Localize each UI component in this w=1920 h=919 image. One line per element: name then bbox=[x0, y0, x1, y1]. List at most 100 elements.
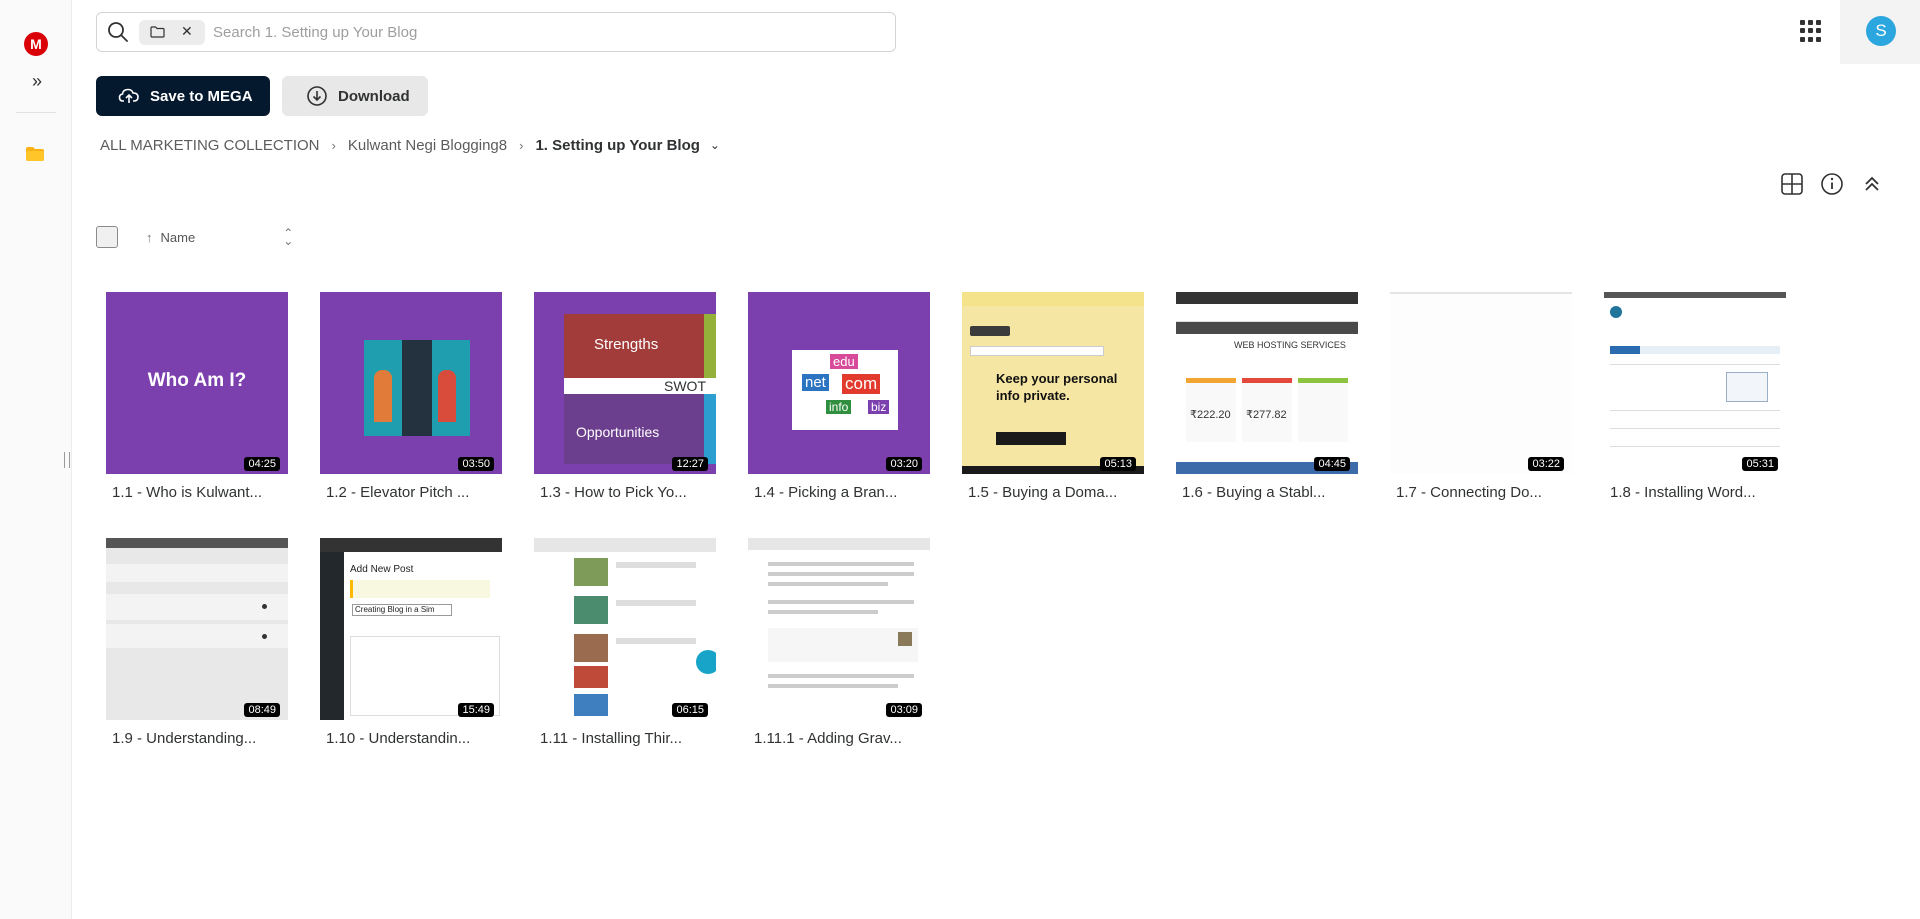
search-scope-chip: ✕ bbox=[139, 20, 205, 45]
video-thumbnail[interactable]: Keep your personal info private. 05:13 bbox=[962, 292, 1144, 474]
thumbnail-title: Keep your personal info private. bbox=[996, 371, 1118, 403]
price-text: ₹277.82 bbox=[1246, 409, 1287, 421]
duration-badge: 15:49 bbox=[458, 703, 494, 717]
duration-badge: 04:25 bbox=[244, 457, 280, 471]
search-input[interactable] bbox=[213, 21, 873, 43]
file-name: 1.11.1 - Adding Grav... bbox=[754, 730, 902, 747]
avatar[interactable]: S bbox=[1866, 16, 1896, 46]
file-card[interactable]: WEB HOSTING SERVICES ₹222.20 ₹277.82 04:… bbox=[1176, 292, 1358, 501]
editor-heading: Add New Post bbox=[350, 564, 414, 575]
download-button[interactable]: Download bbox=[282, 76, 428, 116]
file-name: 1.5 - Buying a Doma... bbox=[968, 484, 1118, 501]
video-thumbnail[interactable]: 03:09 bbox=[748, 538, 930, 720]
file-name: 1.9 - Understanding... bbox=[112, 730, 257, 747]
chevron-right-icon: › bbox=[519, 137, 524, 153]
file-name: 1.4 - Picking a Bran... bbox=[754, 484, 898, 501]
video-thumbnail[interactable]: 05:31 bbox=[1604, 292, 1786, 474]
elevator-illustration bbox=[364, 340, 470, 436]
breadcrumb: ALL MARKETING COLLECTION › Kulwant Negi … bbox=[100, 134, 720, 156]
cloud-upload-icon bbox=[118, 88, 139, 103]
file-card[interactable]: 03:50 1.2 - Elevator Pitch ... bbox=[320, 292, 502, 501]
account-area: S bbox=[1840, 0, 1920, 64]
sort-order-icon[interactable]: ⌃ ⌄ bbox=[283, 227, 293, 247]
video-thumbnail[interactable]: 06:15 bbox=[534, 538, 716, 720]
save-to-mega-label: Save to MEGA bbox=[150, 87, 253, 105]
search-icon bbox=[108, 22, 128, 42]
file-card[interactable]: 03:09 1.11.1 - Adding Grav... bbox=[748, 538, 930, 747]
thumbnail-view-icon[interactable] bbox=[1780, 172, 1804, 196]
search-bar: ✕ bbox=[96, 12, 896, 52]
sign-info-text: info bbox=[826, 400, 852, 414]
download-icon bbox=[307, 86, 327, 106]
apps-grid-icon[interactable] bbox=[1800, 20, 1822, 42]
duration-badge: 12:27 bbox=[672, 457, 708, 471]
collapse-up-icon[interactable] bbox=[1860, 172, 1884, 196]
sign-com-text: com bbox=[842, 374, 881, 394]
video-thumbnail[interactable]: 03:22 bbox=[1390, 292, 1572, 474]
file-name: 1.2 - Elevator Pitch ... bbox=[326, 484, 470, 501]
duration-badge: 03:50 bbox=[458, 457, 494, 471]
file-card[interactable]: Who Am I? 04:25 1.1 - Who is Kulwant... bbox=[106, 292, 288, 501]
file-card[interactable]: 06:15 1.11 - Installing Thir... bbox=[534, 538, 716, 747]
swot-opportunities-text: Opportunities bbox=[576, 424, 660, 440]
duration-badge: 03:20 bbox=[886, 457, 922, 471]
folder-icon[interactable] bbox=[25, 146, 45, 162]
swot-slide: Strengths SWOT Opportunities bbox=[564, 314, 716, 464]
file-card[interactable]: edu net com info biz 03:20 1.4 - Picking… bbox=[748, 292, 930, 501]
resize-handle[interactable] bbox=[64, 452, 70, 468]
editor-title-field: Creating Blog in a Sim bbox=[352, 604, 452, 616]
duration-badge: 08:49 bbox=[244, 703, 280, 717]
left-rail: M » bbox=[0, 0, 72, 919]
breadcrumb-current[interactable]: 1. Setting up Your Blog bbox=[535, 137, 699, 154]
folder-outline-icon bbox=[150, 26, 165, 38]
rail-divider bbox=[16, 112, 56, 113]
file-card[interactable]: Keep your personal info private. 05:13 1… bbox=[962, 292, 1144, 501]
file-name: 1.1 - Who is Kulwant... bbox=[112, 484, 263, 501]
breadcrumb-item[interactable]: Kulwant Negi Blogging8 bbox=[348, 137, 507, 154]
file-name: 1.11 - Installing Thir... bbox=[540, 730, 683, 747]
file-name: 1.10 - Understandin... bbox=[326, 730, 471, 747]
domain-signs-image: edu net com info biz bbox=[792, 350, 898, 430]
clear-scope-close-icon[interactable]: ✕ bbox=[181, 23, 193, 40]
sign-edu-text: edu bbox=[830, 354, 858, 369]
expand-sidebar-icon[interactable]: » bbox=[26, 70, 48, 92]
mega-logo-icon[interactable]: M bbox=[24, 32, 48, 56]
chevron-down-icon[interactable]: ⌄ bbox=[710, 138, 720, 152]
duration-badge: 03:09 bbox=[886, 703, 922, 717]
sort-name-label[interactable]: Name bbox=[161, 230, 196, 245]
video-thumbnail[interactable]: edu net com info biz 03:20 bbox=[748, 292, 930, 474]
file-name: 1.7 - Connecting Do... bbox=[1396, 484, 1542, 501]
breadcrumb-item[interactable]: ALL MARKETING COLLECTION bbox=[100, 137, 320, 154]
file-name: 1.8 - Installing Word... bbox=[1610, 484, 1756, 501]
file-card[interactable]: 05:31 1.8 - Installing Word... bbox=[1604, 292, 1786, 501]
save-to-mega-button[interactable]: Save to MEGA bbox=[96, 76, 270, 116]
sort-arrow-up-icon[interactable]: ↑ bbox=[146, 230, 153, 245]
swot-center-text: SWOT bbox=[664, 378, 706, 394]
select-all-checkbox[interactable] bbox=[96, 226, 118, 248]
video-thumbnail[interactable]: 08:49 bbox=[106, 538, 288, 720]
video-thumbnail[interactable]: Add New Post Creating Blog in a Sim 15:4… bbox=[320, 538, 502, 720]
info-icon[interactable] bbox=[1820, 172, 1844, 196]
hosting-heading: WEB HOSTING SERVICES bbox=[1234, 340, 1346, 350]
price-text: ₹222.20 bbox=[1190, 409, 1231, 421]
duration-badge: 03:22 bbox=[1528, 457, 1564, 471]
duration-badge: 05:31 bbox=[1742, 457, 1778, 471]
file-card[interactable]: Add New Post Creating Blog in a Sim 15:4… bbox=[320, 538, 502, 747]
sort-bar: ↑ Name ⌃ ⌄ bbox=[96, 224, 293, 250]
video-thumbnail[interactable]: Strengths SWOT Opportunities 12:27 bbox=[534, 292, 716, 474]
sign-net-text: net bbox=[802, 374, 829, 391]
duration-badge: 06:15 bbox=[672, 703, 708, 717]
video-thumbnail[interactable]: Who Am I? 04:25 bbox=[106, 292, 288, 474]
file-name: 1.3 - How to Pick Yo... bbox=[540, 484, 687, 501]
sign-biz-text: biz bbox=[868, 400, 890, 414]
duration-badge: 04:45 bbox=[1314, 457, 1350, 471]
thumbnail-title: Who Am I? bbox=[147, 370, 247, 391]
file-name: 1.6 - Buying a Stabl... bbox=[1182, 484, 1326, 501]
file-card[interactable]: 03:22 1.7 - Connecting Do... bbox=[1390, 292, 1572, 501]
file-card[interactable]: Strengths SWOT Opportunities 12:27 1.3 -… bbox=[534, 292, 716, 501]
video-thumbnail[interactable]: 03:50 bbox=[320, 292, 502, 474]
chevron-right-icon: › bbox=[331, 137, 336, 153]
file-card[interactable]: 08:49 1.9 - Understanding... bbox=[106, 538, 288, 747]
duration-badge: 05:13 bbox=[1100, 457, 1136, 471]
video-thumbnail[interactable]: WEB HOSTING SERVICES ₹222.20 ₹277.82 04:… bbox=[1176, 292, 1358, 474]
